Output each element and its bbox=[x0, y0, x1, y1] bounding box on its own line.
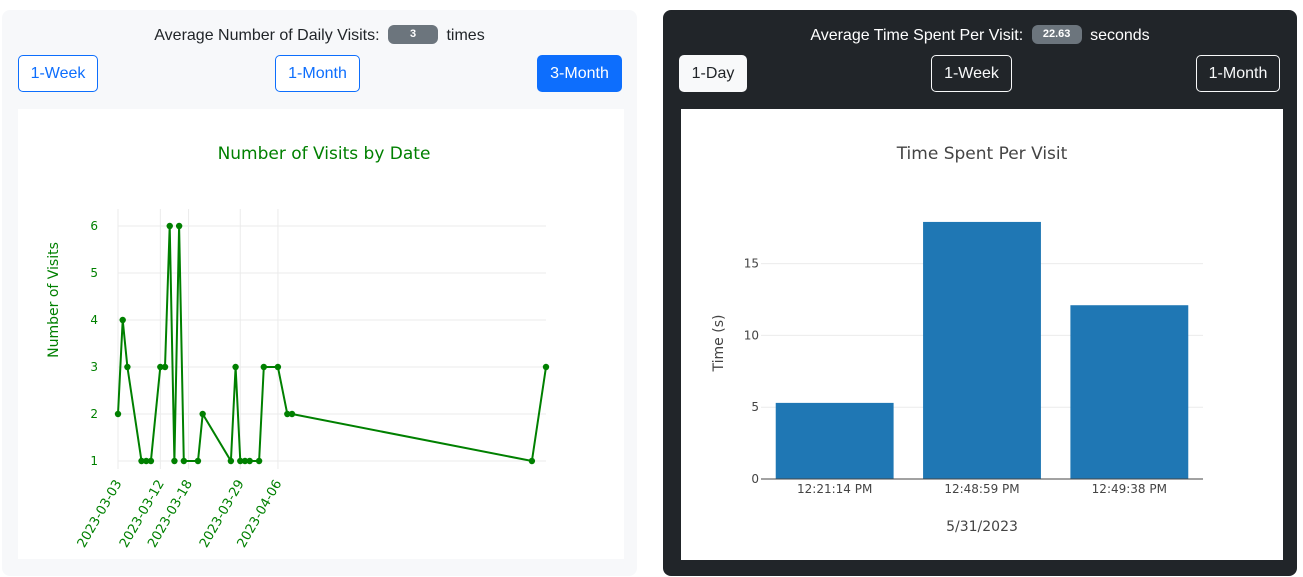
avg-time-per-visit-stat: Average Time Spent Per Visit: 22.63 seco… bbox=[663, 25, 1297, 46]
visits-y-ticks: 1 2 3 4 5 6 bbox=[90, 219, 98, 468]
range-1-day-button[interactable]: 1-Day bbox=[679, 55, 747, 92]
visits-point[interactable] bbox=[288, 410, 296, 418]
visits-point[interactable] bbox=[255, 457, 263, 465]
range-3-month-button[interactable]: 3-Month bbox=[537, 55, 622, 92]
visits-x-tick-label: 2023-03-03 bbox=[75, 478, 126, 551]
time-y-tick-label: 10 bbox=[744, 328, 759, 342]
visits-chart-card: 1 2 3 4 5 6 2023-03-03 2023-03-12 2023-03-18 202… bbox=[18, 109, 624, 559]
visits-y-tick-label: 6 bbox=[90, 219, 98, 233]
avg-time-per-visit-unit: seconds bbox=[1090, 27, 1150, 44]
visits-point[interactable] bbox=[194, 457, 202, 465]
visits-point[interactable] bbox=[199, 410, 206, 418]
time-panel: Average Time Spent Per Visit: 22.63 seco… bbox=[663, 10, 1297, 576]
visits-point[interactable] bbox=[147, 457, 155, 465]
visits-point[interactable] bbox=[227, 457, 235, 465]
time-bar[interactable] bbox=[923, 221, 1041, 479]
range-1-month-button[interactable]: 1-Month bbox=[1196, 55, 1280, 92]
visits-x-ticks: 2023-03-032023-03-122023-03-18 2023-03-29… bbox=[75, 478, 286, 551]
visits-point[interactable] bbox=[246, 457, 253, 465]
time-x-tick-label: 12:21:14 PM bbox=[797, 482, 872, 496]
visits-point[interactable] bbox=[260, 363, 268, 371]
visits-point[interactable] bbox=[119, 316, 126, 324]
visits-point[interactable] bbox=[124, 363, 131, 371]
time-y-tick-label: 0 bbox=[751, 472, 759, 486]
visits-point[interactable] bbox=[232, 363, 239, 371]
time-series bbox=[775, 221, 1189, 479]
avg-daily-visits-badge: 3 bbox=[388, 25, 439, 45]
avg-daily-visits-label: Average Number of Daily Visits: bbox=[154, 27, 380, 44]
visits-point[interactable] bbox=[528, 457, 536, 465]
visits-y-axis-label: Number of Visits bbox=[46, 242, 62, 358]
visits-y-tick-label: 5 bbox=[90, 266, 98, 280]
visits-chart-title: Number of Visits by Date bbox=[218, 144, 431, 164]
avg-daily-visits-unit: times bbox=[446, 27, 485, 44]
time-bar[interactable] bbox=[775, 402, 894, 479]
visits-line bbox=[117, 225, 547, 465]
visits-point[interactable] bbox=[166, 222, 173, 230]
visits-y-tick-label: 3 bbox=[90, 360, 98, 374]
visits-line-chart: 1 2 3 4 5 6 2023-03-032023-03-122023-03-18 202… bbox=[46, 144, 550, 551]
avg-time-per-visit-badge: 22.63 bbox=[1031, 25, 1082, 45]
avg-daily-visits-stat: Average Number of Daily Visits: 3 times bbox=[2, 25, 637, 46]
time-y-axis-label: Time (s) bbox=[711, 315, 727, 373]
visits-point[interactable] bbox=[542, 363, 550, 371]
range-1-week-button[interactable]: 1-Week bbox=[931, 55, 1012, 92]
visits-point[interactable] bbox=[274, 363, 282, 371]
time-x-tick-label: 12:49:38 PM bbox=[1092, 482, 1167, 496]
time-y-tick-label: 5 bbox=[751, 400, 759, 414]
time-y-tick-label: 15 bbox=[744, 257, 759, 271]
range-1-week-button[interactable]: 1-Week bbox=[18, 55, 98, 92]
visits-y-tick-label: 2 bbox=[90, 407, 98, 421]
visits-y-tick-label: 1 bbox=[90, 454, 98, 468]
time-bar-chart: 0 5 10 15 12:21:14 PM 12:48:59 PM 12:49:38 PM… bbox=[711, 144, 1203, 535]
visits-point[interactable] bbox=[180, 457, 188, 465]
visits-point[interactable] bbox=[114, 410, 122, 418]
visits-panel: Average Number of Daily Visits: 3 times … bbox=[2, 10, 637, 576]
time-x-tick-label: 12:48:59 PM bbox=[944, 482, 1019, 496]
time-x-ticks: 12:21:14 PM 12:48:59 PM 12:49:38 PM bbox=[797, 482, 1167, 496]
visits-point[interactable] bbox=[161, 363, 169, 371]
time-chart-card: 0 5 10 15 12:21:14 PM 12:48:59 PM 12:49:38 PM… bbox=[681, 109, 1283, 560]
visits-series bbox=[114, 222, 550, 465]
time-bar[interactable] bbox=[1070, 305, 1189, 479]
visits-point[interactable] bbox=[171, 457, 178, 465]
visits-point[interactable] bbox=[175, 222, 183, 230]
time-x-axis-label: 5/31/2023 bbox=[946, 519, 1018, 535]
range-1-month-button[interactable]: 1-Month bbox=[275, 55, 360, 92]
time-y-ticks: 0 5 10 15 bbox=[744, 257, 759, 486]
visits-y-tick-label: 4 bbox=[90, 313, 98, 327]
time-chart-title: Time Spent Per Visit bbox=[896, 144, 1068, 164]
avg-time-per-visit-label: Average Time Spent Per Visit: bbox=[810, 27, 1024, 44]
